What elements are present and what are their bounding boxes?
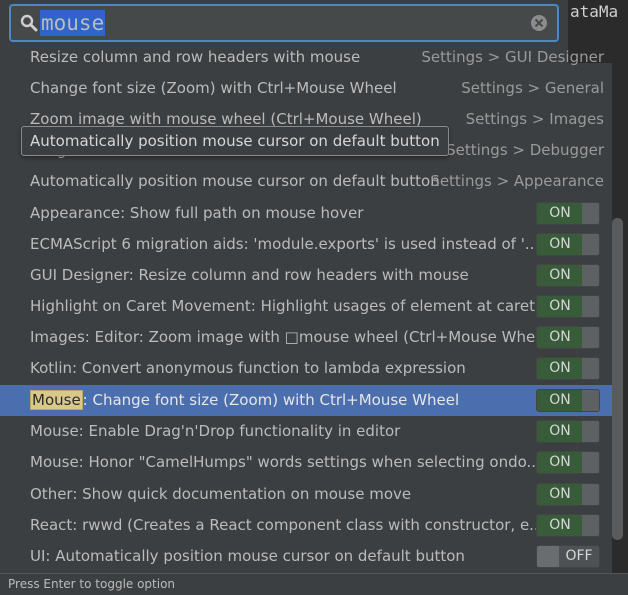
toggle-switch[interactable]: ON — [536, 202, 600, 225]
option-label: Mouse: Enable Drag'n'Drop functionality … — [30, 422, 401, 440]
option-row[interactable]: Highlight on Caret Movement: Highlight u… — [0, 291, 612, 322]
tooltip: Automatically position mouse cursor on d… — [21, 126, 449, 156]
item-path: Settings > General — [461, 79, 604, 97]
option-label: ECMAScript 6 migration aids: 'module.exp… — [30, 235, 540, 253]
option-row-selected[interactable]: Mouse: Change font size (Zoom) with Ctrl… — [0, 385, 612, 416]
toggle-switch[interactable]: ON — [536, 483, 600, 506]
item-label: Resize column and row headers with mouse — [30, 48, 361, 66]
toggle-state: ON — [537, 296, 583, 317]
option-label: Mouse: Honor "CamelHumps" words settings… — [30, 453, 541, 471]
toggle-knob — [582, 421, 599, 442]
toggle-switch[interactable]: ON — [536, 357, 600, 380]
toggle-state: ON — [537, 515, 583, 536]
toggle-switch[interactable]: ON — [536, 264, 600, 287]
option-row[interactable]: Images: Editor: Zoom image with □mouse w… — [0, 322, 612, 353]
toggle-knob — [582, 296, 599, 317]
toggle-switch[interactable]: ON — [536, 420, 600, 443]
list-item[interactable]: Resize column and row headers with mouse… — [0, 43, 612, 73]
toggle-state: ON — [537, 203, 583, 224]
option-row[interactable]: Other: Show quick documentation on mouse… — [0, 479, 612, 510]
option-label: Appearance: Show full path on mouse hove… — [30, 204, 364, 222]
toggle-knob — [582, 515, 599, 536]
option-row[interactable]: Mouse: Honor "CamelHumps" words settings… — [0, 447, 612, 478]
toggle-knob — [537, 546, 559, 567]
option-label: UI: Automatically position mouse cursor … — [30, 547, 465, 565]
item-label: Automatically position mouse cursor on d… — [30, 172, 440, 190]
toggle-knob — [582, 234, 599, 255]
search-query[interactable]: mouse — [40, 10, 106, 36]
search-icon — [20, 14, 38, 32]
toggle-state: ON — [537, 484, 583, 505]
option-row[interactable]: UI: Automatically position mouse cursor … — [0, 541, 612, 572]
toggle-state: ON — [537, 452, 583, 473]
option-label: Mouse: Change font size (Zoom) with Ctrl… — [30, 385, 459, 416]
option-row[interactable]: ECMAScript 6 migration aids: 'module.exp… — [0, 229, 612, 260]
editor-line: ataMa — [570, 2, 619, 21]
toggle-knob — [582, 358, 599, 379]
toggle-switch[interactable]: ON — [536, 389, 600, 412]
match-highlight: Mouse — [30, 390, 83, 410]
option-row[interactable]: Kotlin: Convert anonymous function to la… — [0, 353, 612, 384]
toggle-switch[interactable]: ON — [536, 514, 600, 537]
list-item[interactable]: Change font size (Zoom) with Ctrl+Mouse … — [0, 73, 612, 104]
toggle-state: ON — [537, 265, 583, 286]
toggle-state: ON — [537, 358, 583, 379]
toggle-state: ON — [537, 327, 583, 348]
item-path: Settings > Debugger — [446, 141, 604, 159]
toggle-switch[interactable]: ON — [536, 326, 600, 349]
search-input[interactable]: mouse — [9, 4, 559, 42]
toggle-knob — [582, 452, 599, 473]
option-label-rest: : Change font size (Zoom) with Ctrl+Mous… — [82, 391, 460, 409]
option-row[interactable]: GUI Designer: Resize column and row head… — [0, 260, 612, 291]
search-area: mouse — [0, 0, 568, 48]
option-row[interactable]: Appearance: Show full path on mouse hove… — [0, 198, 612, 229]
toggle-knob — [582, 484, 599, 505]
option-row[interactable]: Mouse: Enable Drag'n'Drop functionality … — [0, 416, 612, 447]
option-label: React: rwwd (Creates a React component c… — [30, 516, 544, 534]
option-row[interactable]: React: rwwd (Creates a React component c… — [0, 510, 612, 541]
option-label: Other: Show quick documentation on mouse… — [30, 485, 412, 503]
toggle-switch[interactable]: ON — [536, 295, 600, 318]
toggle-switch[interactable]: ON — [536, 233, 600, 256]
results-list: Resize column and row headers with mouse… — [0, 43, 612, 573]
item-path: Settings > Images — [465, 110, 604, 128]
option-label: Highlight on Caret Movement: Highlight u… — [30, 297, 536, 315]
toggle-knob — [582, 203, 599, 224]
toggle-switch[interactable]: ON — [536, 451, 600, 474]
option-label: Images: Editor: Zoom image with □mouse w… — [30, 328, 550, 346]
toggle-state: ON — [537, 421, 583, 442]
toggle-knob — [582, 265, 599, 286]
clear-search-icon[interactable] — [530, 14, 548, 32]
scrollbar-thumb[interactable] — [612, 218, 623, 540]
toggle-state: ON — [537, 234, 583, 255]
status-bar: Press Enter to toggle option — [0, 573, 628, 594]
toggle-state: OFF — [565, 548, 593, 564]
toggle-knob — [582, 327, 599, 348]
option-label: Kotlin: Convert anonymous function to la… — [30, 359, 466, 377]
toggle-knob — [582, 390, 599, 411]
item-label: Change font size (Zoom) with Ctrl+Mouse … — [30, 79, 397, 97]
toggle-switch[interactable]: OFF — [536, 545, 600, 568]
list-item[interactable]: Automatically position mouse cursor on d… — [0, 166, 612, 197]
option-label: GUI Designer: Resize column and row head… — [30, 266, 469, 284]
item-path: Settings > Appearance — [430, 172, 604, 190]
item-path: Settings > GUI Designer — [421, 48, 604, 66]
toggle-state: ON — [537, 390, 583, 411]
